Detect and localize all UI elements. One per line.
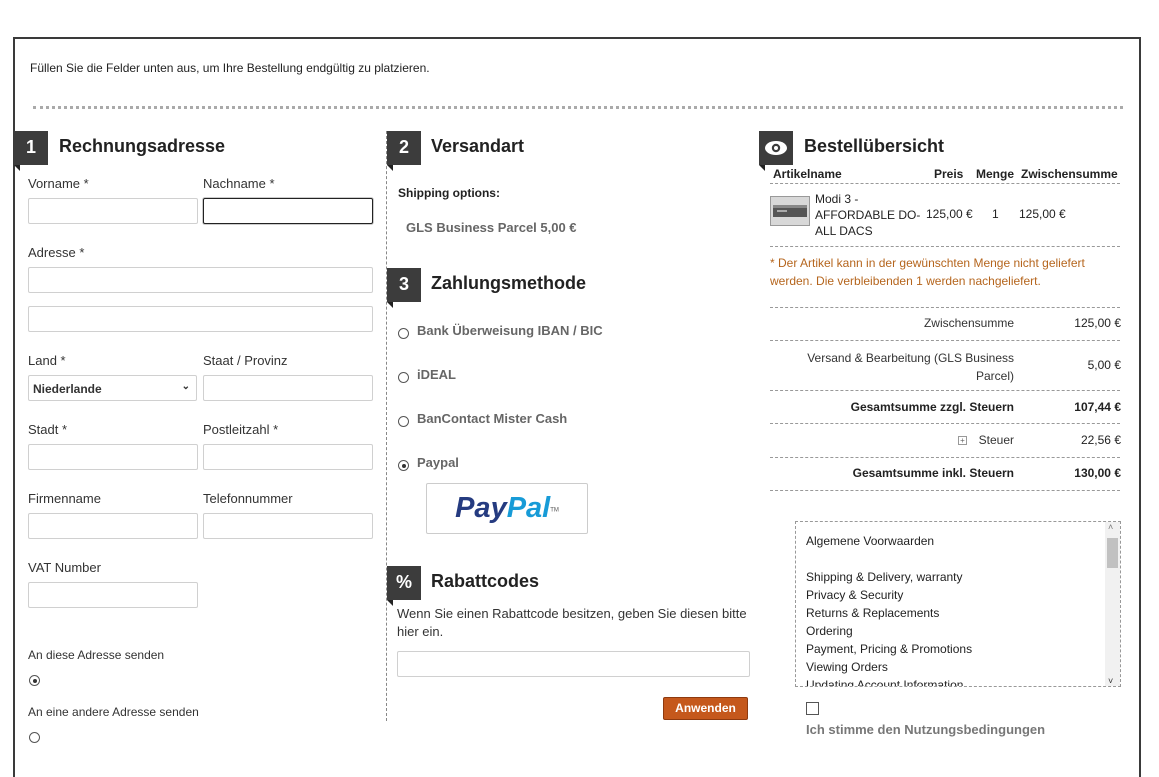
terms-link-viewing[interactable]: Viewing Orders (806, 660, 888, 674)
city-input[interactable] (28, 444, 198, 470)
address-line1-input[interactable] (28, 267, 373, 293)
col-header-price: Preis (934, 167, 964, 181)
zip-input[interactable] (203, 444, 373, 470)
shipping-rule (770, 390, 1120, 391)
country-select[interactable]: Niederlande ⌄ (28, 375, 197, 401)
step-2-badge: 2 (387, 131, 421, 171)
state-label: Staat / Provinz (203, 353, 288, 368)
terms-scroll-box[interactable]: Algemene Voorwaarden Shipping & Delivery… (795, 521, 1121, 687)
coupon-percent-icon: % (387, 566, 421, 606)
terms-line: Algemene Voorwaarden (806, 534, 935, 548)
note-rule (770, 307, 1120, 308)
terms-link-account[interactable]: Updating Account Information (806, 678, 963, 686)
country-label: Land * (28, 353, 66, 368)
ship-other-label: An eine andere Adresse senden (28, 705, 199, 719)
gross-in-tax-label: Gesamtsumme inkl. Steuern (852, 466, 1014, 480)
tax-expand-icon[interactable]: + (958, 436, 967, 445)
tax-rule (770, 457, 1120, 458)
vat-label: VAT Number (28, 560, 101, 575)
billing-title: Rechnungsadresse (59, 136, 226, 156)
payment-label-bancontact[interactable]: BanContact Mister Cash (417, 411, 567, 426)
coupon-text: Wenn Sie einen Rabattcode besitzen, gebe… (397, 606, 747, 639)
product-thumbnail[interactable] (770, 196, 810, 226)
summary-title: Bestellübersicht (804, 136, 945, 156)
agree-terms-checkbox[interactable] (806, 702, 819, 715)
gross-in-tax-value: 130,00 € (1074, 466, 1121, 480)
step-3-badge: 3 (387, 268, 421, 308)
firstname-label: Vorname * (28, 176, 89, 191)
coupon-title: Rabattcodes (431, 571, 540, 591)
col-header-qty: Menge (976, 167, 1015, 181)
gross-ex-tax-label: Gesamtsumme zzgl. Steuern (850, 400, 1014, 414)
payment-radio-bancontact[interactable] (398, 416, 409, 427)
city-label: Stadt * (28, 422, 68, 437)
col-header-name: Artikelname (773, 167, 842, 181)
company-label: Firmenname (28, 491, 101, 506)
apply-coupon-button[interactable]: Anwenden (663, 697, 748, 720)
payment-label-ideal[interactable]: iDEAL (417, 367, 456, 382)
subtotal-label: Zwischensumme (923, 316, 1014, 330)
col-header-subtotal: Zwischensumme (1021, 167, 1118, 181)
phone-label: Telefonnummer (203, 491, 293, 506)
item-name[interactable]: Modi 3 - AFFORDABLE DO- ALL DACS (815, 191, 920, 239)
terms-link-payment[interactable]: Payment, Pricing & Promotions (806, 642, 972, 656)
scroll-up-icon[interactable]: ˄ (1108, 522, 1113, 532)
phone-input[interactable] (203, 513, 373, 539)
shipping-cost-label: Versand & Bearbeitung (GLS Business Parc… (807, 351, 1014, 383)
ship-same-radio[interactable] (29, 675, 40, 686)
header-rule (770, 183, 1120, 184)
payment-label-bank[interactable]: Bank Überweisung IBAN / BIC (417, 323, 603, 338)
terms-link-returns[interactable]: Returns & Replacements (806, 606, 939, 620)
payment-title: Zahlungsmethode (431, 273, 587, 293)
gross-ex-rule (770, 423, 1120, 424)
payment-radio-paypal[interactable] (398, 460, 409, 471)
chevron-down-icon: ⌄ (181, 381, 190, 392)
ship-other-radio[interactable] (29, 732, 40, 743)
column-divider-1 (386, 131, 387, 721)
terms-scrollbar[interactable]: ˄ ˅ (1105, 522, 1120, 686)
address-line2-input[interactable] (28, 306, 373, 332)
zip-label: Postleitzahl * (203, 422, 279, 437)
gross-ex-tax-value: 107,44 € (1074, 400, 1121, 414)
item-rule (770, 246, 1120, 247)
tax-label: Steuer (978, 433, 1014, 447)
terms-link-privacy[interactable]: Privacy & Security (806, 588, 903, 602)
totals-rule (770, 490, 1120, 491)
subtotal-rule (770, 340, 1120, 341)
item-qty: 1 (992, 207, 999, 221)
terms-link-ordering[interactable]: Ordering (806, 624, 853, 638)
item-price: 125,00 € (926, 207, 973, 221)
paypal-logo: PayPalTM (426, 483, 588, 534)
terms-link-shipping[interactable]: Shipping & Delivery, warranty (806, 570, 963, 584)
firstname-input[interactable] (28, 198, 198, 224)
divider (33, 106, 1123, 109)
shipping-options-label: Shipping options: (398, 186, 500, 200)
lastname-input[interactable] (203, 198, 373, 224)
company-input[interactable] (28, 513, 198, 539)
payment-radio-ideal[interactable] (398, 372, 409, 383)
agree-terms-label[interactable]: Ich stimme den Nutzungsbedingungen (806, 722, 1045, 737)
address-label: Adresse * (28, 245, 85, 260)
shipping-cost-value: 5,00 € (1087, 358, 1121, 372)
state-input[interactable] (203, 375, 373, 401)
item-subtotal: 125,00 € (1019, 207, 1066, 221)
scroll-down-icon[interactable]: ˅ (1108, 676, 1113, 686)
subtotal-value: 125,00 € (1074, 316, 1121, 330)
stock-note: * Der Artikel kann in der gewünschten Me… (770, 256, 1085, 288)
payment-radio-bank[interactable] (398, 328, 409, 339)
ship-same-label: An diese Adresse senden (28, 648, 165, 662)
payment-label-paypal[interactable]: Paypal (417, 455, 459, 470)
tax-value: 22,56 € (1080, 433, 1121, 447)
shipping-option-gls[interactable]: GLS Business Parcel 5,00 € (406, 220, 577, 235)
step-1-badge: 1 (14, 131, 48, 171)
eye-icon (759, 131, 793, 171)
country-selected-value: Niederlande (33, 382, 102, 396)
coupon-input[interactable] (397, 651, 750, 677)
shipping-title: Versandart (431, 136, 525, 156)
vat-input[interactable] (28, 582, 198, 608)
lastname-label: Nachname * (203, 176, 275, 191)
scroll-thumb[interactable] (1107, 538, 1118, 568)
intro-text: Füllen Sie die Felder unten aus, um Ihre… (30, 61, 430, 75)
